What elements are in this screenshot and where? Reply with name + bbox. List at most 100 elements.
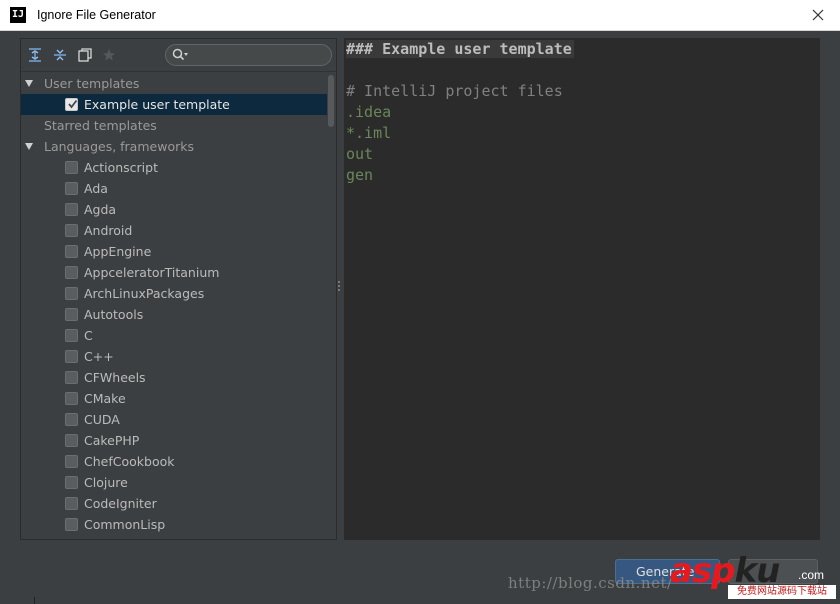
language-checkbox[interactable] [65,476,78,489]
editor-entry-line: *.iml [346,124,392,142]
tree-item-language[interactable]: ArchLinuxPackages [21,283,327,304]
tree-item-language[interactable]: Android [21,220,327,241]
language-label: CommonLisp [84,517,166,532]
language-checkbox[interactable] [65,203,78,216]
tree-group-label: Languages, frameworks [44,139,194,154]
tree-item-language[interactable]: Ada [21,178,327,199]
tree-group-label: User templates [44,76,140,91]
language-checkbox[interactable] [65,371,78,384]
tree-group-languages-frameworks[interactable]: Languages, frameworks [21,136,327,157]
tree-item-language[interactable]: CUDA [21,409,327,430]
tree-item-language[interactable]: Actionscript [21,157,327,178]
tree-item-language[interactable]: CodeIgniter [21,493,327,514]
language-checkbox[interactable] [65,350,78,363]
checkmark-icon [68,99,78,109]
intellij-app-icon: IJ [10,7,26,23]
tree-item-example-user-template[interactable]: Example user template [21,94,327,115]
tree-item-language[interactable]: C [21,325,327,346]
watermark-logo-com: .com [798,568,825,582]
star-icon [103,49,115,61]
tree-item-label: Example user template [84,97,230,112]
language-checkbox[interactable] [65,287,78,300]
tree-item-language[interactable]: C++ [21,346,327,367]
template-checkbox[interactable] [65,98,78,111]
language-label: Android [84,223,133,238]
language-label: C [84,328,93,343]
search-icon [172,48,188,61]
tree-item-language[interactable]: AppEngine [21,241,327,262]
language-label: CodeIgniter [84,496,157,511]
language-checkbox[interactable] [65,224,78,237]
star-button[interactable] [101,47,119,65]
collapse-all-icon [54,49,66,61]
dialog-body: User templates Example user template Sta… [0,31,840,604]
language-checkbox[interactable] [65,413,78,426]
template-preview-editor[interactable]: ### Example user template # IntelliJ pro… [344,38,820,540]
tree-item-language[interactable]: Agda [21,199,327,220]
language-checkbox[interactable] [65,266,78,279]
search-input[interactable] [192,47,326,63]
tree-item-language[interactable]: CFWheels [21,367,327,388]
watermark-logo-subtitle: 免费网站源码下载站 [728,585,836,599]
scrollbar-thumb[interactable] [328,75,334,127]
language-label: CUDA [84,412,120,427]
language-label: ArchLinuxPackages [84,286,205,301]
editor-entry-line: gen [346,166,374,184]
language-checkbox[interactable] [65,392,78,405]
language-checkbox[interactable] [65,518,78,531]
panel-splitter[interactable] [338,281,341,295]
language-label: CMake [84,391,126,406]
tree-item-language[interactable]: CommonLisp [21,514,327,535]
language-label: Clojure [84,475,128,490]
language-label: C++ [84,349,114,364]
close-icon [812,9,824,21]
language-label: AppceleratorTitanium [84,265,220,280]
editor-comment-line: # IntelliJ project files [346,82,563,100]
language-label: Autotools [84,307,144,322]
tree-item-language[interactable]: CMake [21,388,327,409]
expand-arrow-icon[interactable] [25,80,33,87]
copy-button[interactable] [77,47,95,65]
language-checkbox[interactable] [65,329,78,342]
language-label: ChefCookbook [84,454,175,469]
search-field[interactable] [165,44,332,66]
editor-header-line: ### Example user template [346,40,574,58]
title-bar: IJ Ignore File Generator [0,0,840,31]
tree-item-language[interactable]: ChefCookbook [21,451,327,472]
copy-icon [78,48,92,62]
window-title: Ignore File Generator [37,8,156,22]
tree-group-user-templates[interactable]: User templates [21,73,327,94]
panel-toolbar [21,39,336,72]
language-label: CakePHP [84,433,140,448]
template-tree: User templates Example user template Sta… [21,73,327,539]
tree-item-language[interactable]: Clojure [21,472,327,493]
language-checkbox[interactable] [65,182,78,195]
editor-entry-line: .idea [346,103,392,121]
language-label: Agda [84,202,117,217]
window-edge [34,597,35,604]
language-checkbox[interactable] [65,308,78,321]
expand-all-icon [29,48,41,62]
language-checkbox[interactable] [65,434,78,447]
expand-all-button[interactable] [27,47,45,65]
tree-group-label: Starred templates [44,118,157,133]
expand-arrow-icon[interactable] [25,143,33,150]
language-label: AppEngine [84,244,152,259]
language-label: Ada [84,181,108,196]
editor-entry-line: out [346,145,374,163]
language-checkbox[interactable] [65,455,78,468]
language-checkbox[interactable] [65,161,78,174]
tree-item-language[interactable]: Autotools [21,304,327,325]
tree-group-starred-templates[interactable]: Starred templates [21,115,327,136]
language-checkbox[interactable] [65,497,78,510]
tree-item-language[interactable]: CakePHP [21,430,327,451]
tree-scrollbar[interactable] [327,73,335,539]
tree-item-language[interactable]: AppceleratorTitanium [21,262,327,283]
template-panel: User templates Example user template Sta… [20,38,337,540]
language-checkbox[interactable] [65,245,78,258]
watermark-url: http://blog.csdn.net/ [508,574,673,592]
language-label: Actionscript [84,160,158,175]
language-label: CFWheels [84,370,146,385]
collapse-all-button[interactable] [52,47,70,65]
close-button[interactable] [804,4,832,26]
